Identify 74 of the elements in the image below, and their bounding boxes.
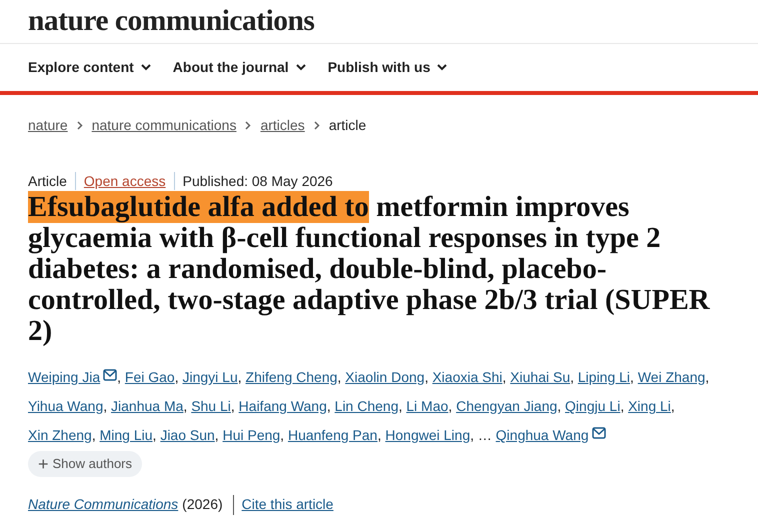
- journal-logo[interactable]: nature communications: [28, 6, 314, 36]
- journal-link[interactable]: Nature Communications: [28, 494, 178, 515]
- author-link[interactable]: Xiaoxia Shi: [432, 369, 502, 385]
- comma-separator: ,: [103, 398, 108, 414]
- show-authors-button[interactable]: + Show authors: [28, 451, 142, 477]
- comma-separator: ,: [557, 398, 562, 414]
- author-link[interactable]: Chengyan Jiang: [456, 398, 558, 414]
- ellipsis-text: …: [478, 427, 492, 443]
- comma-separator: ,: [620, 398, 624, 414]
- comma-separator: ,: [152, 427, 156, 443]
- comma-separator: ,: [183, 398, 188, 414]
- comma-separator: ,: [630, 369, 634, 385]
- comma-separator: ,: [502, 369, 506, 385]
- author-link[interactable]: Hongwei Ling: [385, 427, 470, 443]
- article-type: Article: [28, 172, 68, 190]
- author-link[interactable]: Shu Li: [191, 398, 231, 414]
- author-link[interactable]: Yihua Wang: [28, 398, 104, 414]
- open-access-link[interactable]: Open access: [76, 170, 174, 192]
- author-link[interactable]: Ming Liu: [100, 427, 153, 443]
- breadcrumb-current: article: [328, 116, 366, 135]
- published-date: Published: 08 May 2026: [182, 172, 333, 191]
- author-link[interactable]: Wei Zhang: [638, 369, 706, 385]
- comma-separator: ,: [448, 398, 452, 414]
- comma-separator: ,: [230, 398, 235, 414]
- comma-separator: ,: [377, 427, 382, 443]
- author-link[interactable]: Huanfeng Pan: [288, 427, 378, 443]
- comma-separator: ,: [117, 369, 122, 385]
- author-link[interactable]: Jianhua Ma: [111, 398, 184, 414]
- author-link[interactable]: Weiping Jia: [28, 369, 100, 385]
- author-link[interactable]: Li Mao: [406, 398, 448, 414]
- author-link[interactable]: Zhifeng Cheng: [246, 369, 338, 385]
- author-link[interactable]: Haifang Wang: [238, 398, 327, 414]
- comma-separator: ,: [424, 369, 428, 385]
- author-link[interactable]: Hui Peng: [222, 427, 280, 443]
- comma-separator: ,: [326, 398, 331, 414]
- comma-separator: ,: [570, 369, 574, 385]
- breadcrumb-link[interactable]: nature: [28, 115, 68, 136]
- author-link[interactable]: Xiaolin Dong: [345, 369, 425, 385]
- chevron-right-icon: [76, 121, 83, 130]
- comma-separator: ,: [92, 427, 96, 443]
- author-link[interactable]: Fei Gao: [124, 369, 175, 385]
- chevron-down-icon: [437, 64, 448, 71]
- comma-separator: ,: [280, 427, 284, 443]
- author-link[interactable]: Jingyi Lu: [182, 369, 238, 385]
- author-link[interactable]: Xing Li: [628, 398, 671, 414]
- comma-separator: ,: [398, 398, 402, 414]
- breadcrumb-link[interactable]: articles: [260, 115, 305, 136]
- publication-year: (2026): [182, 495, 224, 514]
- chevron-down-icon: [140, 64, 151, 71]
- email-icon[interactable]: [103, 369, 118, 381]
- chevron-right-icon: [245, 121, 252, 130]
- chevron-right-icon: [314, 121, 320, 130]
- author-link[interactable]: Jiao Sun: [160, 427, 215, 443]
- comma-separator: ,: [337, 369, 342, 385]
- comma-separator: ,: [214, 427, 219, 443]
- author-link[interactable]: Lin Cheng: [334, 398, 398, 414]
- author-link[interactable]: Liping Li: [578, 369, 630, 385]
- nav-menu[interactable]: About the journal: [172, 57, 306, 78]
- article-title: Efsubaglutide alfa added to metformin improves glycaemia with β-cell functional responses in type 2 diabetes: a randomised, double-blind, placebo-controlled, two-stage adaptive phase 2b/3 trial (SUPER 2): [28, 192, 711, 347]
- comma-separator: ,: [670, 398, 675, 414]
- breadcrumb-link[interactable]: nature communications: [92, 115, 236, 136]
- nav-menu[interactable]: Explore content: [28, 57, 151, 78]
- author-link[interactable]: Qinghua Wang: [496, 427, 589, 443]
- email-icon[interactable]: [592, 427, 606, 439]
- author-link[interactable]: Xin Zheng: [28, 427, 92, 443]
- chevron-down-icon: [296, 64, 306, 71]
- cite-link[interactable]: Cite this article: [242, 494, 334, 515]
- comma-separator: ,: [174, 369, 179, 385]
- comma-separator: ,: [705, 369, 710, 385]
- author-link[interactable]: Xiuhai Su: [510, 369, 570, 385]
- nav-menu[interactable]: Publish with us: [328, 57, 448, 78]
- author-link[interactable]: Qingju Li: [565, 398, 620, 414]
- comma-separator: ,: [470, 427, 474, 443]
- comma-separator: ,: [238, 369, 242, 385]
